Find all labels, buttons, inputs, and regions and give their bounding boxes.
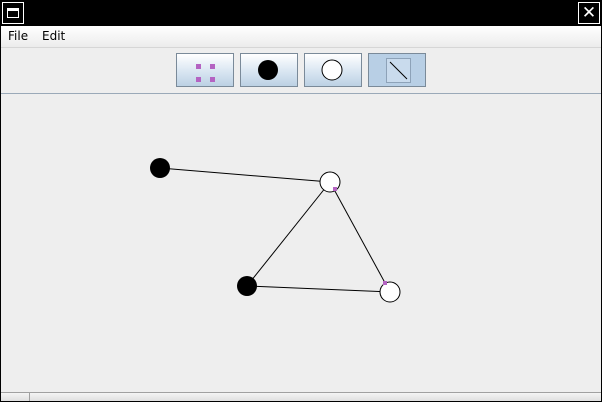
filled-node[interactable]: [237, 276, 257, 296]
menu-file[interactable]: File: [8, 26, 28, 47]
application-window: ✕ File Edit: [0, 0, 602, 402]
selection-handle[interactable]: [383, 281, 387, 285]
filled-node-tool-button[interactable]: [240, 53, 298, 87]
close-button[interactable]: ✕: [578, 2, 600, 24]
selection-handle[interactable]: [333, 187, 337, 191]
filled-node-icon: [258, 60, 278, 80]
hollow-node-tool-button[interactable]: [304, 53, 362, 87]
edge-tool-icon: [386, 58, 411, 83]
hollow-node-icon: [321, 59, 343, 81]
graph-edge[interactable]: [246, 285, 391, 293]
edge-tool-button[interactable]: [368, 53, 426, 87]
menu-bar: File Edit: [1, 26, 601, 48]
toolbar: [1, 48, 601, 94]
graph-edge[interactable]: [159, 167, 331, 183]
select-tool-button[interactable]: [176, 53, 234, 87]
menu-edit[interactable]: Edit: [42, 26, 65, 47]
select-tool-icon: [196, 64, 215, 82]
graph-drawing: [150, 158, 401, 303]
graph-canvas[interactable]: [1, 94, 601, 392]
window-menu-button[interactable]: [2, 2, 24, 24]
bottom-scroll-edge: [1, 392, 601, 401]
close-icon: ✕: [581, 3, 597, 23]
divider: [29, 393, 30, 401]
graph-edge[interactable]: [246, 181, 331, 287]
window-icon: [7, 8, 19, 18]
graph-edge[interactable]: [329, 181, 391, 293]
title-bar[interactable]: ✕: [1, 1, 601, 26]
filled-node[interactable]: [150, 158, 170, 178]
